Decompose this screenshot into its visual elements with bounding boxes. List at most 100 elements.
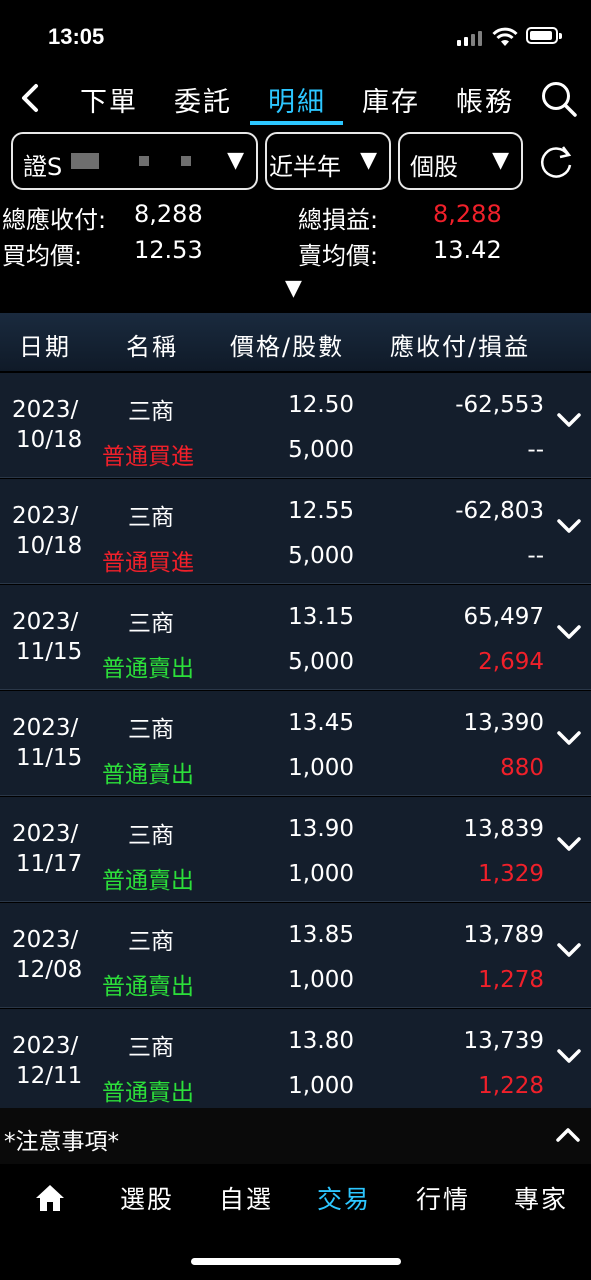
row-amount: 65,497	[463, 604, 544, 630]
tab-order[interactable]: 下單	[80, 80, 138, 119]
total-receivable-label: 總應收付:	[2, 206, 107, 234]
row-quantity: 1,000	[288, 861, 354, 887]
nav-quotes[interactable]: 行情	[416, 1180, 470, 1216]
row-quantity: 1,000	[288, 1073, 354, 1099]
total-pnl-value: 8,288	[433, 200, 502, 228]
chevron-down-icon[interactable]	[556, 412, 582, 428]
row-amount: -62,553	[455, 392, 544, 418]
row-quantity: 1,000	[288, 755, 354, 781]
account-dropdown[interactable]: 證S ▼	[11, 132, 258, 190]
row-order-type: 普通賣出	[102, 974, 194, 1000]
tab-account[interactable]: 帳務	[456, 80, 514, 119]
row-order-type: 普通買進	[102, 550, 194, 576]
table-header: 日期 名稱 價格/股數 應收付/損益	[0, 313, 591, 371]
table-row[interactable]: 2023/12/11 三商 普通賣出 13.80 1,000 13,739 1,228	[0, 1009, 591, 1114]
row-date-year: 2023/	[12, 1033, 79, 1059]
row-pnl: 1,278	[478, 967, 544, 993]
table-row[interactable]: 2023/11/15 三商 普通賣出 13.45 1,000 13,390 880	[0, 691, 591, 796]
chevron-down-icon[interactable]	[556, 624, 582, 640]
row-date-monthday: 10/18	[16, 533, 83, 559]
back-arrow-icon[interactable]	[18, 82, 42, 114]
home-icon[interactable]	[34, 1182, 66, 1214]
masked-digit	[139, 156, 149, 166]
period-label: 近半年	[269, 153, 341, 181]
dropdown-arrow-icon: ▼	[492, 148, 509, 173]
header-price-qty: 價格/股數	[230, 333, 345, 361]
row-date-year: 2023/	[12, 715, 79, 741]
row-date-monthday: 10/18	[16, 427, 83, 453]
row-pnl: 2,694	[478, 649, 544, 675]
chevron-down-icon[interactable]	[556, 836, 582, 852]
expand-summary-icon[interactable]: ▼	[285, 276, 302, 301]
tab-entrust[interactable]: 委託	[174, 80, 232, 119]
active-tab-indicator	[250, 121, 343, 125]
row-order-type: 普通賣出	[102, 656, 194, 682]
header-amount-pnl: 應收付/損益	[390, 333, 531, 361]
row-quantity: 1,000	[288, 967, 354, 993]
row-stock-name: 三商	[128, 929, 174, 955]
table-row[interactable]: 2023/10/18 三商 普通買進 12.50 5,000 -62,553 --	[0, 373, 591, 478]
row-amount: 13,839	[463, 816, 544, 842]
home-indicator	[191, 1258, 401, 1265]
row-price: 13.90	[288, 816, 354, 842]
table-row[interactable]: 2023/12/08 三商 普通賣出 13.85 1,000 13,789 1,278	[0, 903, 591, 1008]
notice-label: *注意事項*	[4, 1129, 119, 1155]
row-date-monthday: 11/15	[16, 639, 83, 665]
row-date-monthday: 11/15	[16, 745, 83, 771]
row-date-monthday: 11/17	[16, 851, 83, 877]
row-price: 13.15	[288, 604, 354, 630]
tab-details[interactable]: 明細	[268, 80, 326, 119]
row-amount: -62,803	[455, 498, 544, 524]
row-stock-name: 三商	[128, 1035, 174, 1061]
chevron-down-icon[interactable]	[556, 730, 582, 746]
nav-stock-picker[interactable]: 選股	[120, 1180, 174, 1216]
refresh-icon[interactable]	[537, 143, 575, 181]
avg-sell-value: 13.42	[433, 236, 502, 264]
nav-experts[interactable]: 專家	[514, 1180, 568, 1216]
row-quantity: 5,000	[288, 649, 354, 675]
table-row[interactable]: 2023/11/15 三商普通賣出 13.15 5,000 65,497 2,694	[0, 585, 591, 690]
header-date: 日期	[19, 333, 71, 361]
security-type-dropdown[interactable]: 個股 ▼	[398, 132, 523, 190]
row-order-type: 普通賣出	[102, 868, 194, 894]
row-order-type: 普通買進	[102, 444, 194, 470]
tab-inventory[interactable]: 庫存	[362, 80, 420, 119]
nav-trade[interactable]: 交易	[317, 1180, 371, 1216]
table-row[interactable]: 2023/11/17 三商 普通賣出 13.90 1,000 13,839 1,329	[0, 797, 591, 902]
table-row[interactable]: 2023/10/18 三商 普通買進 12.55 5,000 -62,803 --	[0, 479, 591, 584]
row-price: 13.85	[288, 922, 354, 948]
row-price: 12.50	[288, 392, 354, 418]
avg-buy-label: 買均價:	[2, 242, 83, 270]
row-stock-name: 三商	[128, 611, 174, 637]
chevron-down-icon[interactable]	[556, 942, 582, 958]
dropdown-arrow-icon: ▼	[360, 148, 377, 173]
row-pnl: --	[527, 437, 544, 463]
row-amount: 13,739	[463, 1028, 544, 1054]
dropdown-arrow-icon: ▼	[227, 148, 244, 173]
row-date-year: 2023/	[12, 927, 79, 953]
chevron-down-icon[interactable]	[556, 518, 582, 534]
row-order-type: 普通賣出	[102, 762, 194, 788]
row-date-year: 2023/	[12, 609, 79, 635]
row-pnl: 880	[500, 755, 544, 781]
search-icon[interactable]	[540, 80, 578, 118]
row-quantity: 5,000	[288, 437, 354, 463]
row-date-monthday: 12/11	[16, 1063, 83, 1089]
row-stock-name: 三商	[128, 399, 174, 425]
nav-watchlist[interactable]: 自選	[219, 1180, 273, 1216]
period-dropdown[interactable]: 近半年 ▼	[265, 132, 391, 190]
row-stock-name: 三商	[128, 823, 174, 849]
masked-account-number	[71, 153, 99, 169]
row-pnl: --	[527, 543, 544, 569]
row-price: 12.55	[288, 498, 354, 524]
wifi-icon	[492, 27, 518, 46]
chevron-up-icon[interactable]	[555, 1127, 581, 1143]
row-amount: 13,390	[463, 710, 544, 736]
notice-bar[interactable]: *注意事項*	[0, 1108, 591, 1164]
masked-digit	[181, 156, 191, 166]
chevron-down-icon[interactable]	[556, 1048, 582, 1064]
avg-buy-value: 12.53	[134, 236, 203, 264]
row-quantity: 5,000	[288, 543, 354, 569]
total-receivable-value: 8,288	[134, 200, 203, 228]
header-name: 名稱	[126, 333, 178, 361]
